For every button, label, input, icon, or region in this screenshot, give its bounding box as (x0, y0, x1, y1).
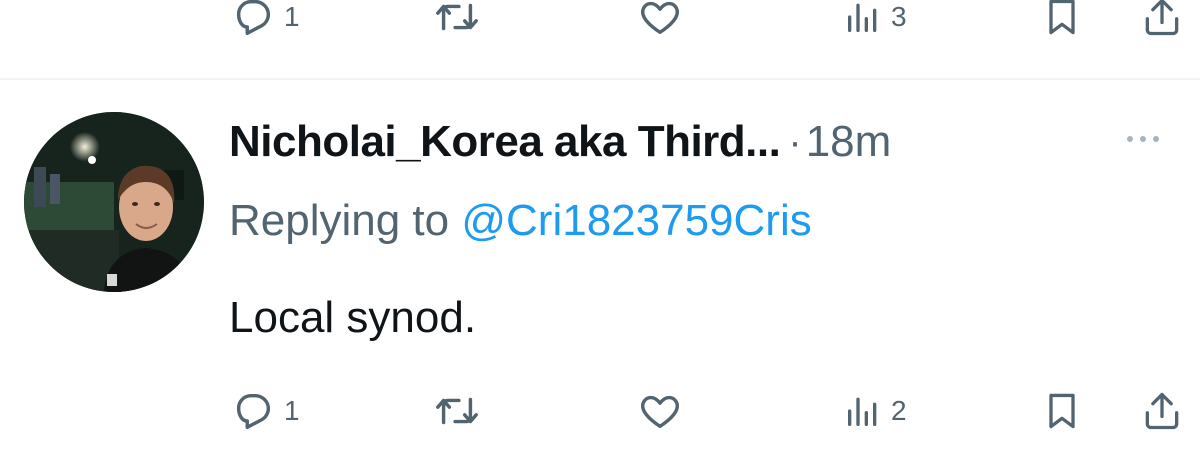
reply-icon (230, 388, 276, 434)
retweet-icon (433, 388, 481, 434)
tweet-header: Nicholai_Korea aka Third... · 18m (229, 112, 891, 172)
more-icon (1123, 131, 1163, 149)
views-icon (843, 0, 883, 37)
more-options-button[interactable] (1118, 120, 1168, 160)
author-name[interactable]: Nicholai_Korea aka Third... (229, 117, 781, 167)
previous-tweet-action-bar: 1 3 (0, 0, 1200, 52)
tweet-action-bar: 1 2 (0, 376, 1200, 446)
bookmark-button[interactable] (1040, 0, 1084, 52)
separator-dot: · (788, 119, 802, 164)
like-icon (636, 388, 684, 434)
retweet-icon (433, 0, 481, 40)
like-button[interactable] (636, 376, 684, 446)
like-button[interactable] (636, 0, 684, 52)
reply-icon (230, 0, 276, 40)
reply-button[interactable]: 1 (230, 0, 300, 52)
like-icon (636, 0, 684, 40)
bookmark-icon (1040, 0, 1084, 40)
bookmark-button[interactable] (1040, 376, 1084, 446)
reply-count: 1 (284, 395, 300, 426)
replying-to: Replying to @Cri1823759Cris (229, 196, 812, 246)
bookmark-icon (1040, 388, 1084, 434)
views-count: 3 (891, 1, 907, 32)
views-button[interactable]: 3 (843, 0, 907, 52)
reply-button[interactable]: 1 (230, 376, 300, 446)
tweet-text: Local synod. (229, 293, 477, 342)
tweet-divider (0, 78, 1200, 80)
reply-count: 1 (284, 1, 300, 32)
retweet-button[interactable] (433, 376, 481, 446)
views-button[interactable]: 2 (843, 376, 907, 446)
replying-handle-link[interactable]: @Cri1823759Cris (461, 196, 811, 245)
share-button[interactable] (1140, 0, 1184, 52)
timestamp[interactable]: 18m (806, 117, 892, 167)
views-count: 2 (891, 395, 907, 426)
share-icon (1140, 0, 1184, 40)
retweet-button[interactable] (433, 0, 481, 52)
share-icon (1140, 388, 1184, 434)
avatar[interactable] (24, 112, 204, 292)
views-icon (843, 391, 883, 431)
share-button[interactable] (1140, 376, 1184, 446)
replying-prefix: Replying to (229, 196, 462, 245)
